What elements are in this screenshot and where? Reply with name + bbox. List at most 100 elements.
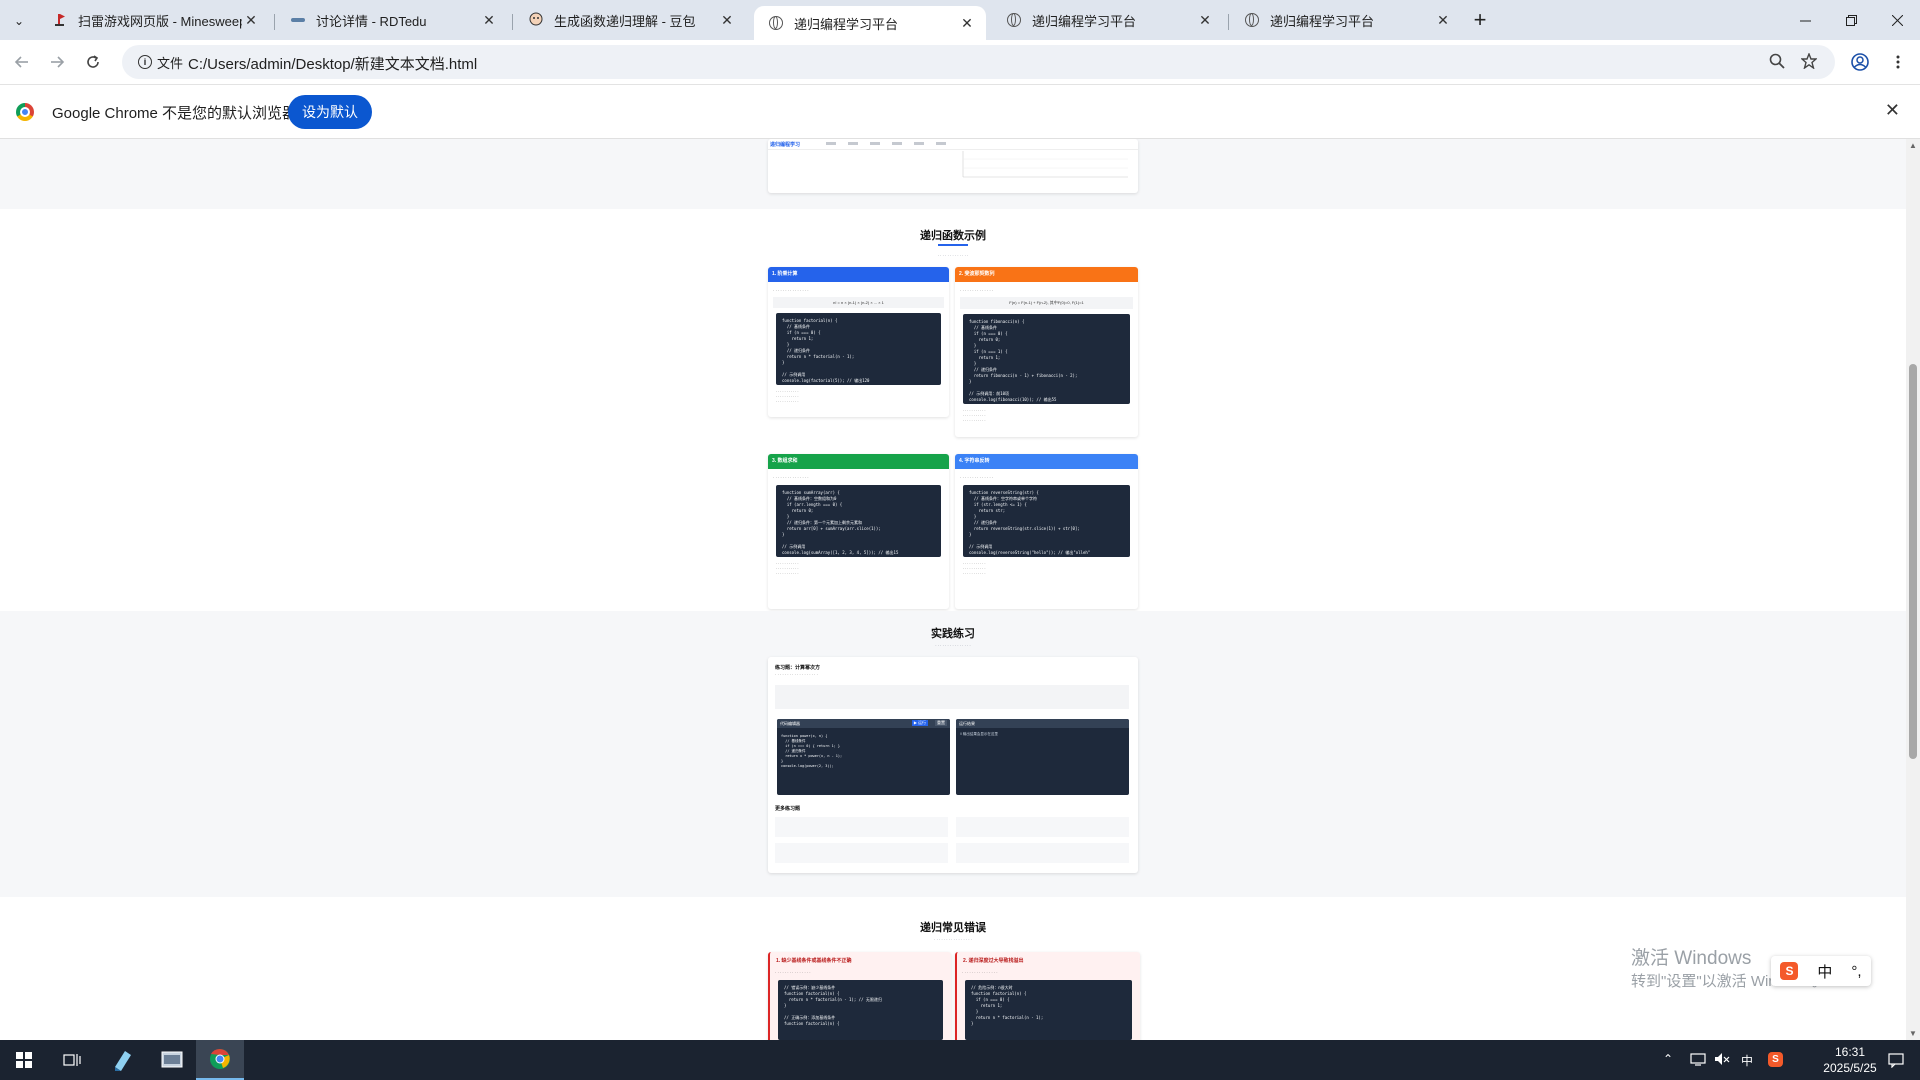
scroll-up-icon[interactable]: ▲ xyxy=(1909,141,1917,150)
globe-icon xyxy=(768,15,784,31)
code-block[interactable]: function factorial(n) { // 基线条件 if (n ==… xyxy=(776,313,941,385)
hero-band: 递归编程学习 xyxy=(0,139,1906,209)
set-default-button[interactable]: 设为默认 xyxy=(288,95,372,129)
exercise-item[interactable] xyxy=(775,843,948,863)
scroll-down-icon[interactable]: ▼ xyxy=(1909,1029,1917,1038)
card-heading: 3. 数组求和 xyxy=(768,454,949,469)
taskbar-app[interactable] xyxy=(148,1040,196,1080)
title-underline xyxy=(938,244,968,246)
exercise-item[interactable] xyxy=(775,817,948,837)
new-tab-button[interactable]: + xyxy=(1460,0,1500,40)
window-close-button[interactable] xyxy=(1874,0,1920,40)
code-block[interactable]: // 错误示例：缺少基线条件 function factorial(n) { r… xyxy=(778,980,943,1040)
task-view-icon xyxy=(63,1054,81,1066)
exercise-description: · · · · · · · · · · · · · · · · · · xyxy=(775,672,818,677)
editor-label: 代码编辑器 xyxy=(780,721,800,726)
code-block[interactable]: function fibonacci(n) { // 基线条件 if (n ==… xyxy=(963,314,1130,404)
ime-mode[interactable]: 中 xyxy=(1817,961,1832,982)
network-icon[interactable] xyxy=(1690,1052,1706,1069)
start-button[interactable] xyxy=(0,1040,48,1080)
error-card: 2. 递归深度过大导致栈溢出 · · · · · · · · · · · · ·… xyxy=(955,952,1140,1040)
back-button[interactable] xyxy=(8,48,36,76)
show-hidden-icons[interactable]: ⌃ xyxy=(1663,1052,1673,1066)
editor-header: 代码编辑器 ▶ 运行 重置 xyxy=(777,719,950,728)
ime-toolbar[interactable]: S 中 °, xyxy=(1771,956,1871,986)
code-editor[interactable]: 代码编辑器 ▶ 运行 重置 function power(x, n) { // … xyxy=(777,719,950,795)
chrome-icon xyxy=(210,1048,230,1069)
error-heading: 1. 缺少基线条件或基线条件不正确 xyxy=(776,958,852,964)
tab-divider xyxy=(274,14,275,30)
close-icon[interactable]: ✕ xyxy=(718,12,736,29)
bookmark-star-icon[interactable] xyxy=(1800,52,1818,74)
close-icon[interactable]: ✕ xyxy=(1196,12,1214,29)
run-button[interactable]: ▶ 运行 xyxy=(911,720,928,726)
close-icon[interactable]: ✕ xyxy=(242,12,260,29)
tab-recursion-active[interactable]: 递归编程学习平台 ✕ xyxy=(754,6,986,40)
practice-card: 练习题：计算幂次方 · · · · · · · · · · · · · · · … xyxy=(768,657,1138,873)
infobar-close-icon[interactable]: ✕ xyxy=(1885,100,1900,121)
profile-button[interactable] xyxy=(1846,48,1874,76)
rdt-icon xyxy=(290,12,306,28)
sogou-icon[interactable]: S xyxy=(1780,962,1799,980)
address-bar[interactable]: i 文件 C:/Users/admin/Desktop/新建文本文档.html xyxy=(122,45,1835,79)
notification-center-button[interactable] xyxy=(1872,1040,1920,1080)
tab-recursion-2[interactable]: 递归编程学习平台 ✕ xyxy=(992,4,1224,36)
preview-card: 递归编程学习 xyxy=(768,139,1138,193)
page-scrollbar[interactable]: ▲ ▼ xyxy=(1906,139,1920,1040)
tab-rdtedu[interactable]: 讨论详情 - RDTedu ✕ xyxy=(276,4,508,36)
tab-title: 递归编程学习平台 xyxy=(794,16,899,32)
tab-doubao[interactable]: 生成函数递归理解 - 豆包 ✕ xyxy=(514,4,746,36)
taskbar-notepad[interactable] xyxy=(98,1040,146,1080)
tab-title: 递归编程学习平台 xyxy=(1270,13,1375,29)
close-icon[interactable]: ✕ xyxy=(958,15,976,32)
forward-button[interactable] xyxy=(43,48,71,76)
editor-code[interactable]: function power(x, n) { // 基线条件 if (n ===… xyxy=(777,728,950,775)
exercise-item[interactable] xyxy=(956,843,1129,863)
card-formula: n! = n × (n-1) × (n-2) × ... × 1 xyxy=(773,297,944,308)
exercise-item[interactable] xyxy=(956,817,1129,837)
error-description: · · · · · · · · · · · · · · · xyxy=(775,970,811,975)
url-text[interactable]: C:/Users/admin/Desktop/新建文本文档.html xyxy=(188,53,477,74)
input-language[interactable]: 中 xyxy=(1741,1052,1753,1069)
clock-date: 2025/5/25 xyxy=(1823,1061,1877,1075)
card-description: · · · · · · · · · · · · · · xyxy=(960,475,994,480)
close-icon[interactable]: ✕ xyxy=(1434,12,1452,29)
scrollbar-thumb[interactable] xyxy=(1909,364,1917,759)
example-card-reverse-string: 4. 字符串反转 · · · · · · · · · · · · · · fun… xyxy=(955,454,1138,609)
nav-brand[interactable]: 递归编程学习 xyxy=(770,141,800,148)
site-info-label: 文件 xyxy=(157,55,184,71)
exercise-title: 练习题：计算幂次方 xyxy=(775,665,821,671)
reload-button[interactable] xyxy=(79,48,107,76)
restore-icon xyxy=(1845,14,1857,26)
tab-title: 讨论详情 - RDTedu xyxy=(316,13,427,29)
minimize-button[interactable] xyxy=(1782,0,1828,40)
output-header: 运行结果 xyxy=(956,719,1129,728)
card-description: · · · · · · · · · · · · · · · xyxy=(773,475,809,480)
default-browser-infobar: Google Chrome 不是您的默认浏览器 设为默认 ✕ xyxy=(0,85,1920,139)
system-clock[interactable]: 16:31 2025/5/25 xyxy=(1820,1044,1880,1076)
task-view-button[interactable] xyxy=(48,1040,96,1080)
taskbar-chrome[interactable] xyxy=(196,1040,244,1080)
site-info-button[interactable]: i 文件 xyxy=(130,50,191,74)
zoom-icon[interactable] xyxy=(1769,53,1785,74)
menu-button[interactable] xyxy=(1884,48,1912,76)
code-block[interactable]: function reverseString(str) { // 基线条件：空字… xyxy=(963,485,1130,557)
app-window-icon xyxy=(161,1051,183,1068)
error-heading: 2. 递归深度过大导致栈溢出 xyxy=(963,958,1024,964)
windows-logo-icon xyxy=(16,1052,32,1068)
ime-punctuation-icon[interactable]: °, xyxy=(1851,963,1861,980)
tab-search-button[interactable]: ⌄ xyxy=(6,8,32,34)
code-block[interactable]: // 危险示例：n很大时 function factorial(n) { if … xyxy=(965,980,1132,1040)
output-hint: // 输出结果会显示在这里 xyxy=(960,732,998,736)
close-icon[interactable]: ✕ xyxy=(480,12,498,29)
sogou-tray-icon[interactable]: S xyxy=(1768,1051,1783,1067)
volume-muted-icon[interactable] xyxy=(1714,1052,1730,1069)
code-block[interactable]: function sumArray(arr) { // 基线条件：空数组和为0 … xyxy=(776,485,941,557)
tab-recursion-3[interactable]: 递归编程学习平台 ✕ xyxy=(1230,4,1462,36)
notification-icon xyxy=(1888,1053,1904,1068)
restore-button[interactable] xyxy=(1828,0,1874,40)
mini-chart-preview xyxy=(962,151,1128,178)
output-panel: 运行结果 // 输出结果会显示在这里 xyxy=(956,719,1129,795)
reset-button[interactable]: 重置 xyxy=(935,720,947,726)
tab-minesweeper[interactable]: 扫雷游戏网页版 - Minesweeper ✕ xyxy=(38,4,270,36)
